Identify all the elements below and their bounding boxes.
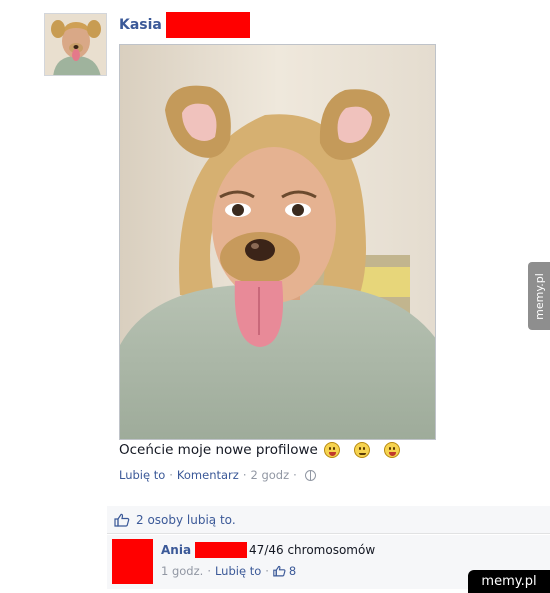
separator: · [242, 468, 247, 482]
emoji-icon [383, 442, 400, 458]
emoji-icon [353, 442, 370, 458]
post-time[interactable]: 2 godz [250, 468, 289, 482]
thumbs-up-icon [273, 565, 286, 577]
comment-meta: 1 godz. · Lubię to · 8 [161, 564, 296, 578]
separator: · [265, 564, 269, 578]
like-link[interactable]: Lubię to [119, 468, 165, 482]
name-redaction [195, 542, 248, 558]
watermark-bottom-text: memy.pl [481, 574, 537, 589]
comment-like-number: 8 [288, 564, 297, 578]
emoji-icon [323, 442, 340, 458]
comment-time[interactable]: 1 godz. [161, 564, 203, 578]
post-photo[interactable] [119, 44, 436, 440]
separator: · [169, 468, 173, 482]
comment-author-avatar[interactable] [112, 539, 153, 584]
comment-text-row: Ania 47/46 chromosomów [161, 542, 375, 558]
thumbs-up-icon [114, 513, 130, 527]
name-redaction [165, 12, 250, 38]
separator: · [207, 564, 211, 578]
watermark-side: memy.pl [528, 262, 550, 330]
watermark-bottom: memy.pl [468, 570, 550, 593]
comment-link[interactable]: Komentarz [177, 468, 239, 482]
watermark-side-text: memy.pl [532, 272, 546, 320]
post-actions: Lubię to · Komentarz · 2 godz · [119, 468, 316, 482]
post-header: Kasia [119, 12, 250, 38]
comment-like-link[interactable]: Lubię to [215, 564, 261, 578]
comment-body: 47/46 chromosomów [249, 543, 376, 557]
separator: · [293, 468, 297, 482]
comment-author-name[interactable]: Ania [161, 543, 191, 557]
globe-icon [304, 469, 316, 481]
likes-summary: 2 osoby lubią to. [107, 506, 550, 534]
post-author-avatar[interactable] [44, 13, 107, 76]
comment-like-count[interactable]: 8 [273, 564, 296, 578]
caption-text: Oceńcie moje nowe profilowe [119, 442, 318, 458]
post-author-name[interactable]: Kasia [119, 17, 162, 33]
likes-count-link[interactable]: 2 osoby lubią to. [136, 513, 236, 527]
post-caption: Oceńcie moje nowe profilowe [119, 442, 400, 458]
